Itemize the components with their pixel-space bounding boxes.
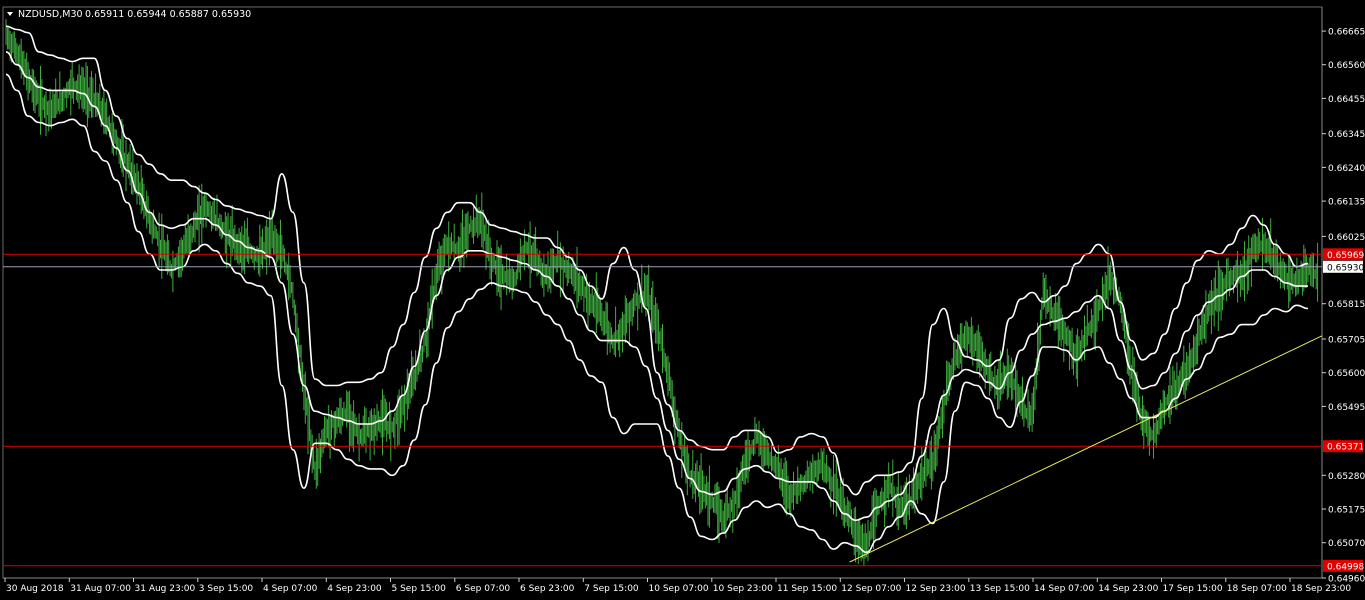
- time-tick-label: 4 Sep 23:00: [327, 584, 382, 594]
- time-tick-label: 12 Sep 23:00: [906, 584, 966, 594]
- time-tick-label: 31 Aug 23:00: [135, 584, 196, 594]
- price-tick-label: 0.65815: [1328, 300, 1365, 310]
- time-tick-label: 31 Aug 07:00: [70, 584, 131, 594]
- time-tick-label: 7 Sep 15:00: [584, 584, 639, 594]
- time-tick-label: 14 Sep 23:00: [1098, 584, 1158, 594]
- time-tick-label: 10 Sep 23:00: [713, 584, 773, 594]
- ohlc-values: 0.65911 0.65944 0.65887 0.65930: [85, 9, 251, 20]
- price-tick-label: 0.65280: [1328, 472, 1365, 482]
- time-tick-label: 6 Sep 07:00: [456, 584, 511, 594]
- price-tick-label: 0.66240: [1328, 164, 1365, 174]
- time-tick-label: 18 Sep 07:00: [1227, 584, 1287, 594]
- price-tick-label: 0.65070: [1328, 539, 1365, 549]
- time-tick-label: 13 Sep 15:00: [970, 584, 1030, 594]
- price-tick-label: 0.65600: [1328, 369, 1365, 379]
- time-tick-label: 17 Sep 15:00: [1163, 584, 1223, 594]
- time-tick-label: 30 Aug 2018: [6, 584, 64, 594]
- time-tick-label: 12 Sep 07:00: [841, 584, 901, 594]
- price-tick-label: 0.65495: [1328, 403, 1365, 413]
- chart-window[interactable]: 0.65969 0.65371 0.64998 0.66665 0.66560 0.664…: [0, 0, 1365, 600]
- time-tick-label: 18 Sep 23:00: [1291, 584, 1351, 594]
- price-chart[interactable]: 0.65969 0.65371 0.64998 0.66665 0.66560 0.664…: [0, 0, 1365, 600]
- price-tick-label: 0.66025: [1328, 233, 1365, 243]
- time-tick-label: 3 Sep 15:00: [199, 584, 254, 594]
- plot-area[interactable]: [2, 6, 1323, 579]
- time-tick-label: 14 Sep 07:00: [1034, 584, 1094, 594]
- symbol-label: NZDUSD,M30: [18, 9, 83, 20]
- time-tick-label: 10 Sep 07:00: [649, 584, 709, 594]
- level-price-label: 0.65371: [1327, 443, 1364, 453]
- price-tick-label: 0.64960: [1328, 575, 1365, 585]
- time-axis: 30 Aug 2018 31 Aug 07:00 31 Aug 23:00 3 Sep…: [4, 578, 1351, 594]
- price-tick-label: 0.66665: [1328, 28, 1365, 38]
- price-tick-label: 0.66560: [1328, 61, 1365, 71]
- time-tick-label: 6 Sep 23:00: [520, 584, 575, 594]
- price-tick-label: 0.66345: [1328, 130, 1365, 140]
- time-tick-label: 5 Sep 15:00: [392, 584, 447, 594]
- current-price-label: 0.65930: [1327, 263, 1364, 273]
- price-tick-label: 0.66135: [1328, 198, 1365, 208]
- chart-header[interactable]: NZDUSD,M30 0.65911 0.65944 0.65887 0.659…: [7, 9, 251, 20]
- time-tick-label: 11 Sep 15:00: [777, 584, 837, 594]
- price-axis: 0.65969 0.65371 0.64998 0.66665 0.66560 0.664…: [1322, 28, 1365, 585]
- level-price-label: 0.64998: [1327, 562, 1364, 572]
- time-tick-label: 4 Sep 07:00: [263, 584, 318, 594]
- level-price-label: 0.65969: [1327, 251, 1364, 261]
- price-tick-label: 0.66455: [1328, 95, 1365, 105]
- price-tick-label: 0.65175: [1328, 506, 1365, 516]
- price-tick-label: 0.65705: [1328, 336, 1365, 346]
